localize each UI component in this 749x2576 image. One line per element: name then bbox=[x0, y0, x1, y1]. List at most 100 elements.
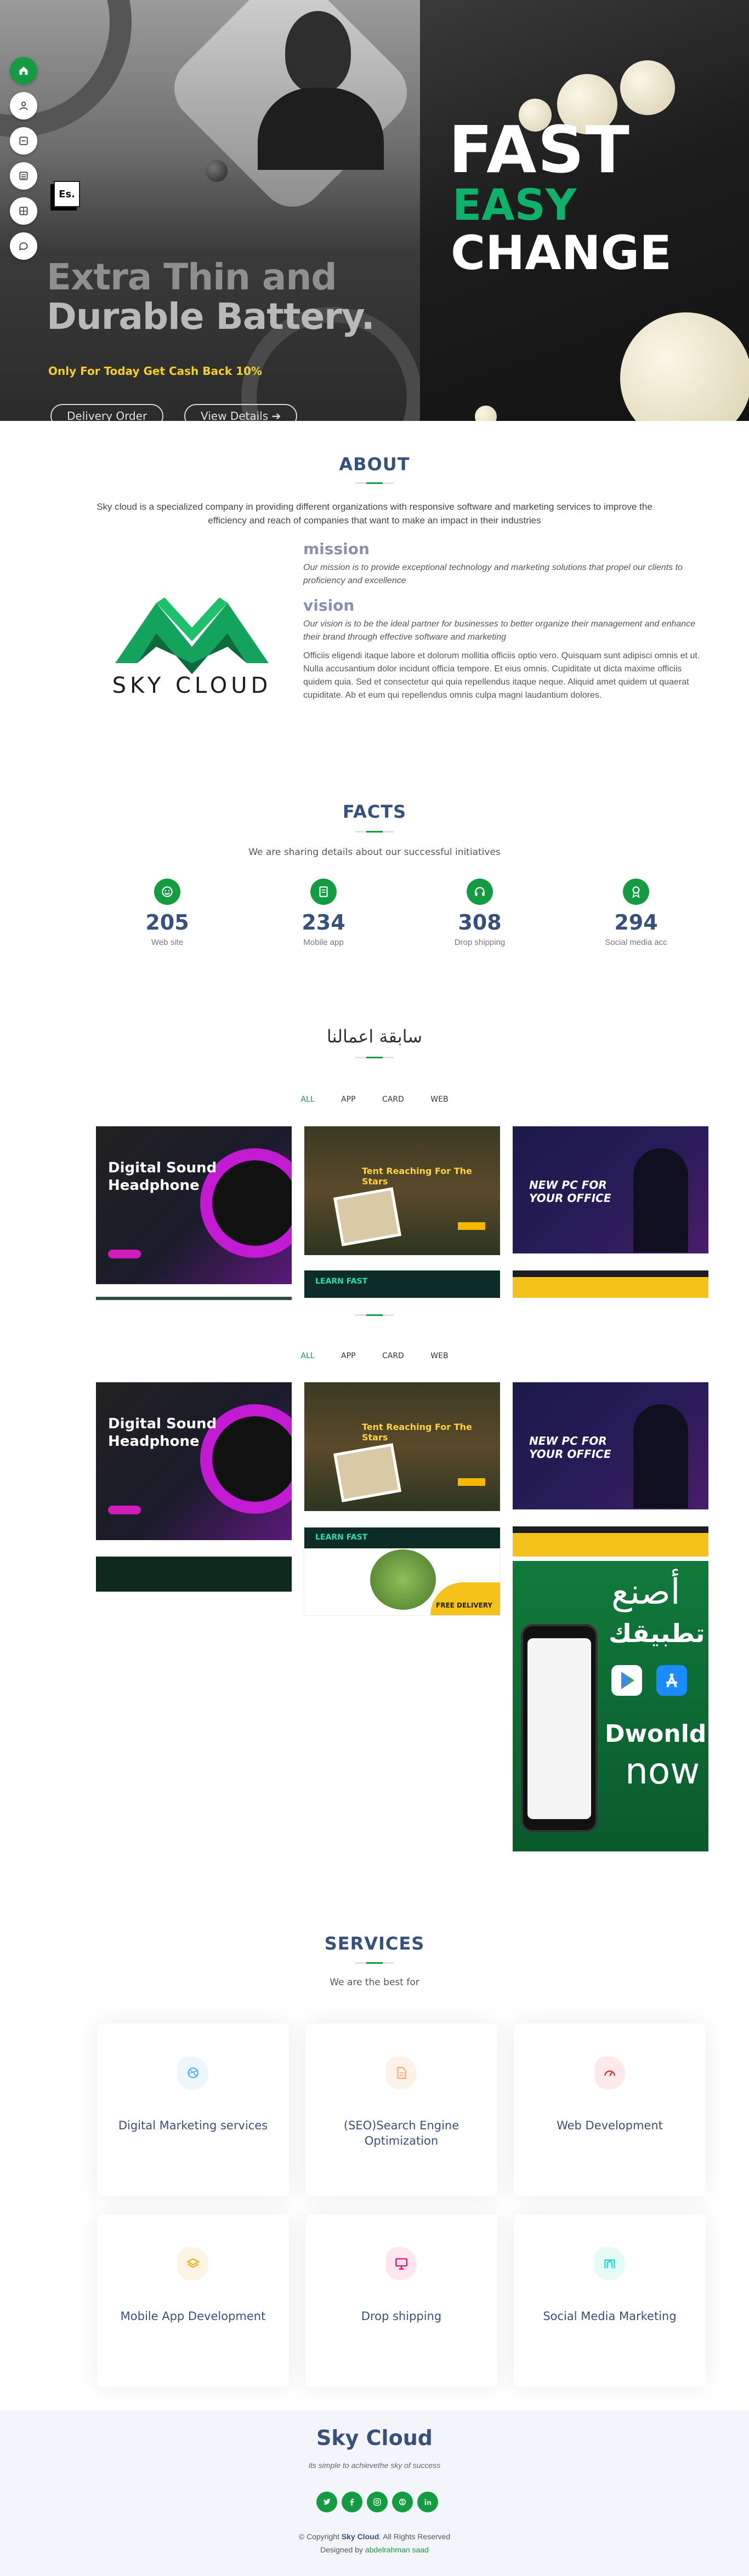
fact-label: Web site bbox=[151, 938, 184, 947]
portfolio-item-food[interactable]: LEARN FAST FREE DELIVERY bbox=[304, 1528, 500, 1615]
portfolio-item-office[interactable]: NEW PC FOR YOUR OFFICE bbox=[513, 1126, 708, 1253]
designer-link[interactable]: abdelrahman saad bbox=[365, 2545, 429, 2554]
linkedin-icon[interactable] bbox=[417, 2492, 438, 2512]
decor-ball bbox=[620, 60, 675, 115]
hero-cashback-text: Only For Today Get Cash Back 10% bbox=[48, 364, 262, 378]
portfolio-item-yellow-strip[interactable] bbox=[513, 1270, 708, 1298]
layers-icon bbox=[178, 2247, 208, 2280]
nav-home-button[interactable] bbox=[10, 57, 37, 84]
strip-header bbox=[513, 1526, 708, 1533]
portfolio-title: سابقة اعمالنا bbox=[326, 1026, 423, 1047]
nav-portfolio-button[interactable] bbox=[10, 162, 37, 190]
services-subtitle: We are the best for bbox=[330, 1977, 419, 1988]
service-card[interactable]: Social Media Marketing bbox=[514, 2214, 706, 2387]
service-title: Web Development bbox=[557, 2119, 663, 2132]
office-title: NEW PC FOR YOUR OFFICE bbox=[529, 1178, 611, 1205]
fact-item: 294 Social media acc bbox=[581, 879, 691, 947]
portfolio-item-headphone[interactable]: Digital Sound Headphone bbox=[96, 1126, 292, 1284]
about-description: Sky cloud is a specialized company in pr… bbox=[97, 501, 652, 526]
app-store-icon[interactable] bbox=[656, 1665, 687, 1696]
food-bowl bbox=[370, 1549, 436, 1610]
view-details-button[interactable]: View Details ➔ bbox=[184, 404, 298, 421]
hero-title-line1: Extra Thin and bbox=[47, 256, 337, 298]
filter-app[interactable]: APP bbox=[338, 1093, 359, 1106]
fact-number: 205 bbox=[145, 910, 189, 934]
office-person bbox=[633, 1148, 688, 1252]
fact-item: 205 Web site bbox=[112, 879, 222, 947]
title-underline bbox=[355, 482, 394, 484]
filter-app[interactable]: APP bbox=[338, 1349, 359, 1363]
portfolio-item-dark-strip[interactable] bbox=[96, 1557, 292, 1592]
nav-contact-button[interactable] bbox=[10, 232, 37, 260]
filter-card[interactable]: CARD bbox=[379, 1349, 407, 1363]
mission-title: mission bbox=[303, 540, 370, 558]
decor-ball bbox=[620, 312, 749, 421]
portfolio-item-tent[interactable]: Tent Reaching For The Stars bbox=[304, 1126, 500, 1255]
fact-item: 234 Mobile app bbox=[269, 879, 378, 947]
filter-card[interactable]: CARD bbox=[379, 1093, 407, 1106]
service-card[interactable]: Drop shipping bbox=[305, 2214, 497, 2387]
vision-block: vision Our vision is to be the ideal par… bbox=[303, 596, 706, 702]
grid-icon bbox=[19, 207, 28, 215]
service-card[interactable]: Web Development bbox=[514, 2024, 706, 2196]
portfolio-item-tent[interactable]: Tent Reaching For The Stars bbox=[304, 1382, 500, 1511]
hero-change-text: CHANGE bbox=[451, 226, 672, 281]
mission-block: mission Our mission is to provide except… bbox=[303, 540, 706, 588]
logo-text: SKY CLOUD bbox=[112, 673, 272, 698]
mission-text: Our mission is to provide exceptional te… bbox=[303, 563, 683, 585]
filter-web[interactable]: WEB bbox=[427, 1093, 451, 1106]
list-icon bbox=[19, 172, 28, 180]
delivery-order-button[interactable]: Delivery Order bbox=[50, 404, 164, 421]
tent-photo bbox=[333, 1443, 401, 1502]
decor-ball bbox=[475, 406, 497, 421]
headset-icon bbox=[467, 879, 493, 905]
smile-icon bbox=[154, 879, 180, 905]
title-underline bbox=[355, 1057, 394, 1058]
side-navigation bbox=[10, 57, 37, 267]
filter-web[interactable]: WEB bbox=[427, 1349, 451, 1363]
facts-title: FACTS bbox=[342, 801, 407, 822]
portfolio-item-strip[interactable] bbox=[96, 1297, 292, 1300]
fact-number: 234 bbox=[302, 910, 345, 934]
nav-facts-button[interactable] bbox=[10, 127, 37, 155]
file-text-icon bbox=[386, 2056, 417, 2089]
chat-icon bbox=[19, 242, 28, 251]
tent-photo bbox=[333, 1187, 401, 1246]
portfolio-item-headphone[interactable]: Digital Sound Headphone bbox=[96, 1382, 292, 1540]
office-title: NEW PC FOR YOUR OFFICE bbox=[529, 1434, 611, 1461]
tent-title: Tent Reaching For The Stars bbox=[362, 1166, 472, 1187]
language-switch-button[interactable]: Es. bbox=[54, 181, 80, 207]
portfolio-item-learn-strip[interactable]: LEARN FAST bbox=[304, 1270, 500, 1298]
filter-all[interactable]: ALL bbox=[297, 1093, 317, 1106]
instagram-icon[interactable] bbox=[367, 2492, 388, 2512]
user-icon bbox=[19, 101, 28, 110]
portfolio-item-app[interactable]: أصنع تطبيقك Dwonld now bbox=[513, 1561, 708, 1851]
tent-button bbox=[458, 1222, 485, 1230]
nav-services-button[interactable] bbox=[10, 197, 37, 225]
fact-label: Social media acc bbox=[605, 938, 667, 947]
portfolio-item-office[interactable]: NEW PC FOR YOUR OFFICE bbox=[513, 1382, 708, 1509]
arrow-right-icon: ➔ bbox=[271, 409, 281, 421]
hero-title: Extra Thin and Durable Battery. bbox=[47, 258, 419, 337]
decor-ball bbox=[206, 160, 228, 182]
skype-icon[interactable] bbox=[392, 2492, 413, 2512]
copyright: © Copyright Sky Cloud. All Rights Reserv… bbox=[0, 2532, 749, 2541]
portfolio-item-yellow-strip[interactable] bbox=[513, 1526, 708, 1557]
filter-all[interactable]: ALL bbox=[297, 1349, 317, 1363]
app-arabic-your-app: تطبيقك bbox=[609, 1618, 705, 1648]
arch-icon bbox=[594, 2247, 625, 2280]
title-underline bbox=[355, 831, 394, 833]
hero-section: Extra Thin and Durable Battery. Only For… bbox=[0, 0, 749, 421]
home-icon bbox=[19, 66, 28, 75]
google-play-icon[interactable] bbox=[611, 1665, 642, 1696]
twitter-icon[interactable] bbox=[316, 2492, 337, 2512]
facebook-icon[interactable] bbox=[342, 2492, 362, 2512]
nav-about-button[interactable] bbox=[10, 92, 37, 119]
service-card[interactable]: Digital Marketing services bbox=[97, 2024, 289, 2196]
phone-screen bbox=[527, 1638, 591, 1819]
app-arabic-make: أصنع bbox=[611, 1572, 680, 1612]
copyright-suffix: . All Rights Reserved bbox=[379, 2532, 451, 2541]
service-card[interactable]: Mobile App Development bbox=[97, 2214, 289, 2387]
service-card[interactable]: (SEO)Search Engine Optimization bbox=[305, 2024, 497, 2196]
hero-fast-text: FAST bbox=[449, 112, 631, 187]
